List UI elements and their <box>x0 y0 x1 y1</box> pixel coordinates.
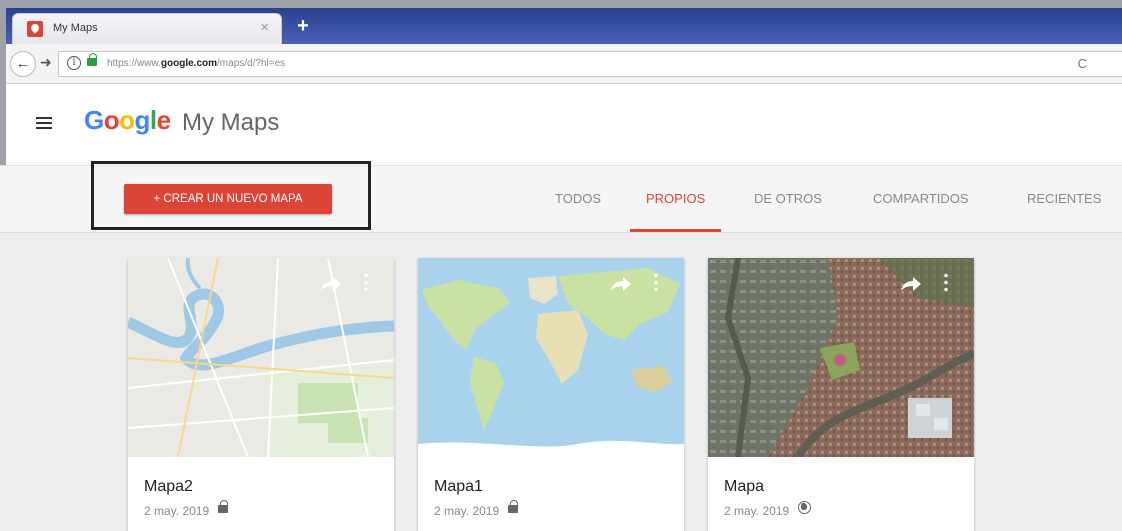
create-new-map-button[interactable]: + CREAR UN NUEVO MAPA <box>124 184 332 214</box>
app-header: Google My Maps <box>6 85 1122 173</box>
url-field[interactable]: i https://www.google.com/maps/d/?hl=es C <box>58 51 1122 77</box>
new-tab-button[interactable]: + <box>292 15 314 37</box>
info-icon[interactable]: i <box>67 56 81 70</box>
map-title[interactable]: Mapa <box>724 478 764 496</box>
tab-close-icon[interactable]: × <box>260 19 269 36</box>
address-bar: ← ➜ i https://www.google.com/maps/d/?hl=… <box>6 44 1122 84</box>
globe-icon <box>798 501 811 514</box>
map-date: 2 may. 2019 <box>724 504 790 518</box>
url-text[interactable]: https://www.google.com/maps/d/?hl=es <box>107 58 285 69</box>
share-icon[interactable] <box>320 276 342 292</box>
more-options-icon[interactable] <box>654 272 658 292</box>
map-card[interactable]: Mapa 2 may. 2019 <box>708 258 974 531</box>
browser-tab[interactable]: My Maps × <box>12 13 282 44</box>
lock-icon <box>508 500 518 513</box>
maps-favicon-icon <box>27 21 43 37</box>
map-title[interactable]: Mapa2 <box>144 478 193 496</box>
share-icon[interactable] <box>610 276 632 292</box>
map-thumbnail[interactable] <box>418 258 684 457</box>
tab-propios[interactable]: PROPIOS <box>629 184 722 232</box>
page-title: My Maps <box>182 109 280 136</box>
tab-recientes[interactable]: RECIENTES <box>1027 184 1101 232</box>
reload-icon[interactable]: C <box>1078 56 1087 71</box>
secure-lock-icon <box>87 53 97 66</box>
tab-title: My Maps <box>53 22 98 34</box>
forward-button[interactable]: ➜ <box>40 54 52 71</box>
back-button[interactable]: ← <box>10 51 36 77</box>
google-logo: Google <box>84 105 171 135</box>
map-title[interactable]: Mapa1 <box>434 478 483 496</box>
tab-todos[interactable]: TODOS <box>555 184 601 232</box>
map-card[interactable]: Mapa2 2 may. 2019 <box>128 258 394 531</box>
map-thumbnail[interactable] <box>128 258 394 457</box>
map-date: 2 may. 2019 <box>434 504 500 518</box>
more-options-icon[interactable] <box>364 272 368 292</box>
map-date: 2 may. 2019 <box>144 504 210 518</box>
map-card[interactable]: Mapa1 2 may. 2019 <box>418 258 684 531</box>
share-icon[interactable] <box>900 276 922 292</box>
tab-de-otros[interactable]: DE OTROS <box>754 184 822 232</box>
browser-tab-strip: My Maps × + <box>6 8 1122 44</box>
tab-compartidos[interactable]: COMPARTIDOS <box>873 184 969 232</box>
menu-icon[interactable] <box>36 117 52 129</box>
lock-icon <box>218 500 228 513</box>
more-options-icon[interactable] <box>944 272 948 292</box>
map-thumbnail[interactable] <box>708 258 974 457</box>
